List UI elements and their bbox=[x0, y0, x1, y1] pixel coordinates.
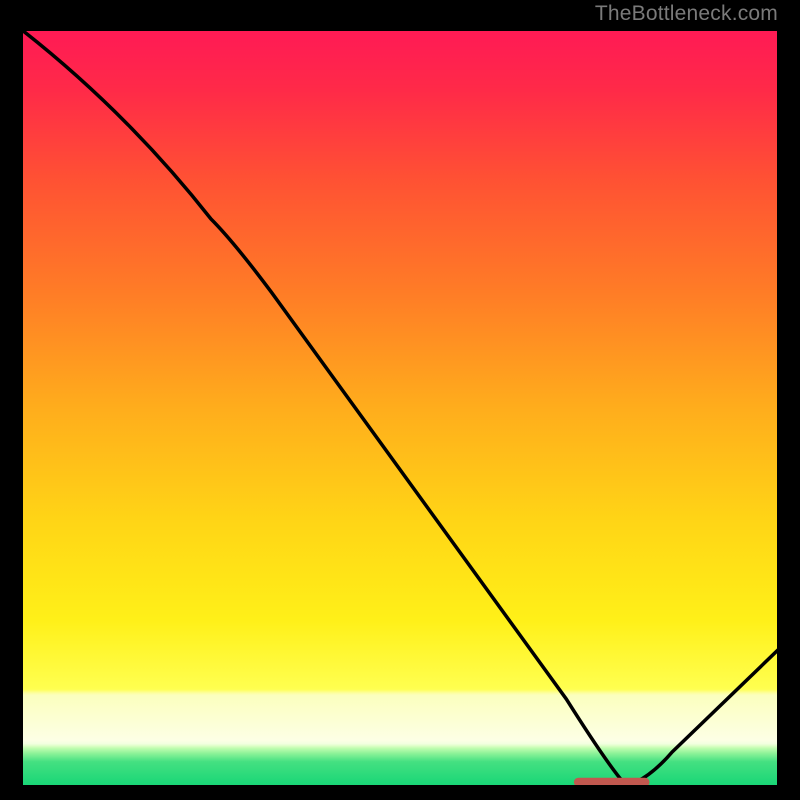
plot-frame bbox=[22, 30, 778, 786]
attribution-text: TheBottleneck.com bbox=[595, 2, 778, 26]
